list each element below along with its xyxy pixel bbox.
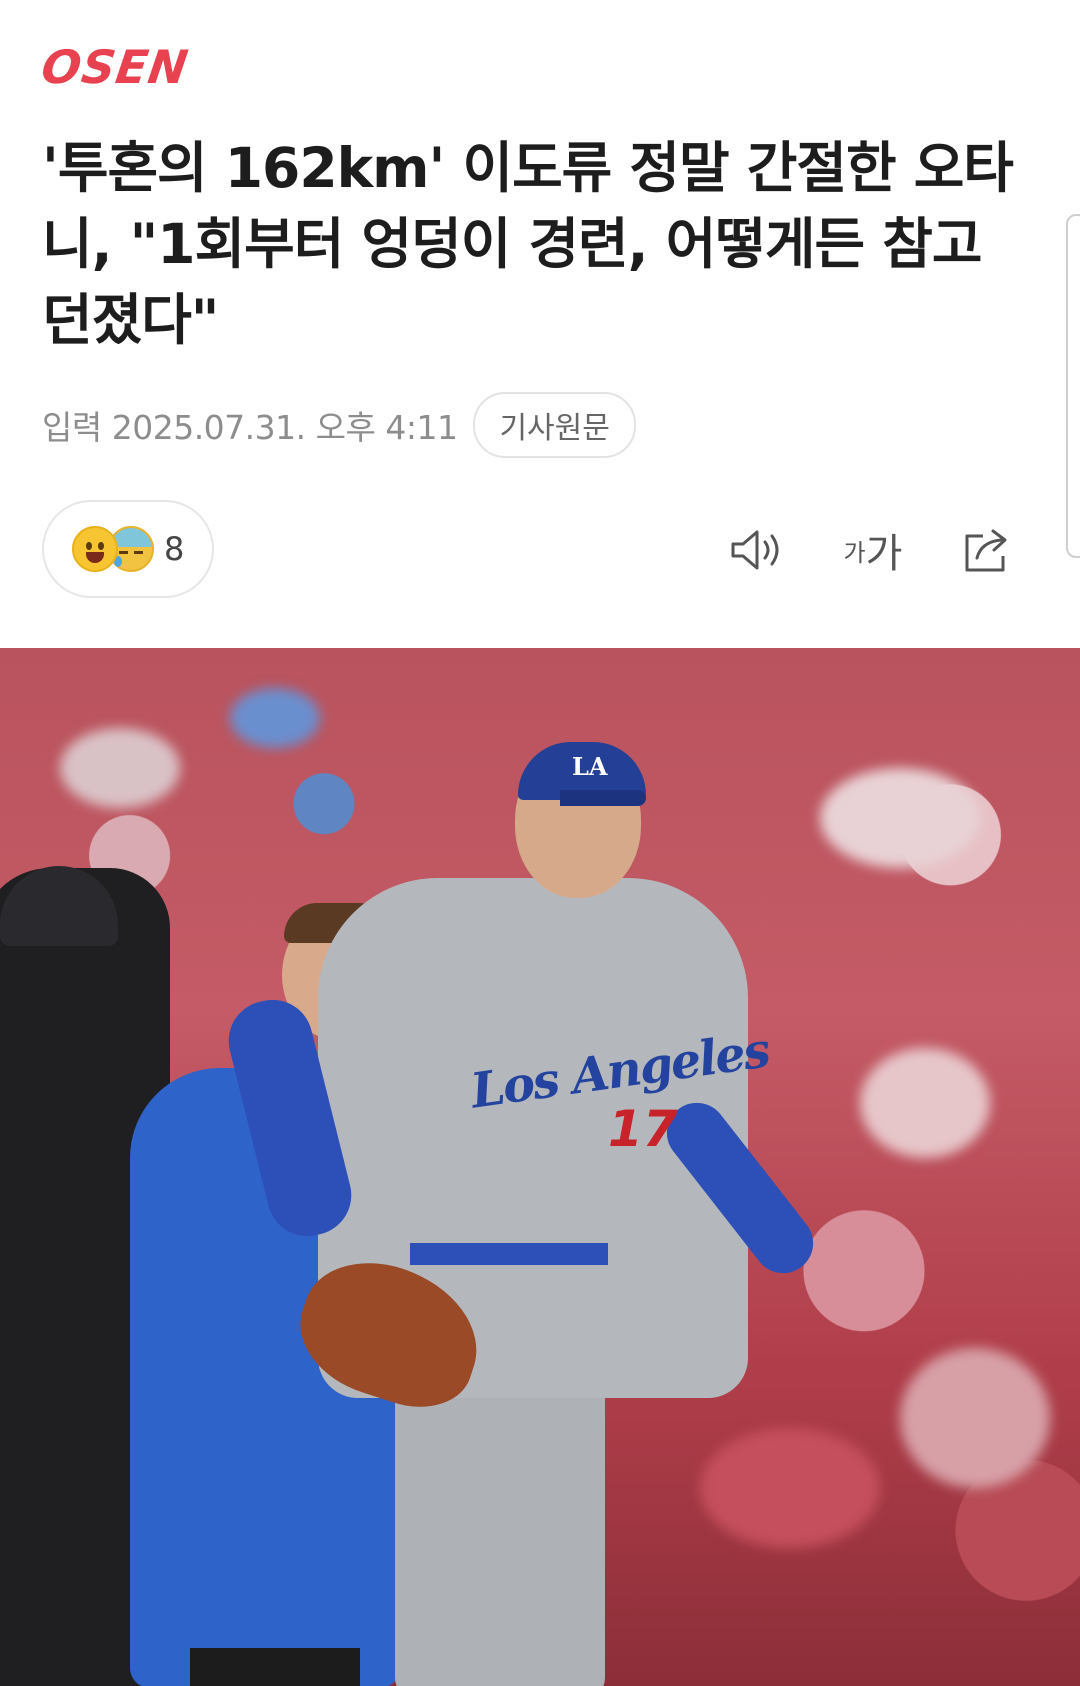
reaction-count: 8 <box>164 530 185 568</box>
scrollbar[interactable] <box>1066 214 1080 558</box>
article-headline: '투혼의 162km' 이도류 정말 간절한 오타니, "1회부터 엉덩이 경련… <box>42 136 1014 352</box>
trainer-pants <box>190 1648 360 1686</box>
publish-date: 입력 2025.07.31. 오후 4:11 <box>42 408 458 447</box>
article-page: OSEN '투혼의 162km' 이도류 정말 간절한 오타니, "1회부터 엉… <box>0 0 1080 1686</box>
smile-emoji-icon <box>72 526 118 572</box>
original-article-button[interactable]: 기사원문 <box>473 392 636 458</box>
jersey-number: 17 <box>608 1100 678 1158</box>
player-legs <box>395 1368 605 1686</box>
speaker-icon <box>731 530 779 570</box>
cap-logo: LA <box>572 752 608 781</box>
font-size-big-label: 가 <box>865 531 903 577</box>
article-meta: 입력 2025.07.31. 오후 4:11 기사원문 <box>42 392 636 458</box>
font-size-small-label: 가 <box>843 538 866 567</box>
share-button[interactable] <box>960 520 1016 580</box>
audio-button[interactable] <box>728 520 786 580</box>
player-cap-bill <box>560 790 646 806</box>
share-icon <box>965 529 1007 572</box>
player-belt <box>410 1243 608 1265</box>
reaction-button[interactable]: 8 <box>42 500 214 598</box>
article-photo: LA Los Angeles 17 <box>0 648 1080 1686</box>
osen-logo[interactable]: OSEN <box>38 40 192 94</box>
font-size-button[interactable]: 가 가 <box>838 520 908 580</box>
